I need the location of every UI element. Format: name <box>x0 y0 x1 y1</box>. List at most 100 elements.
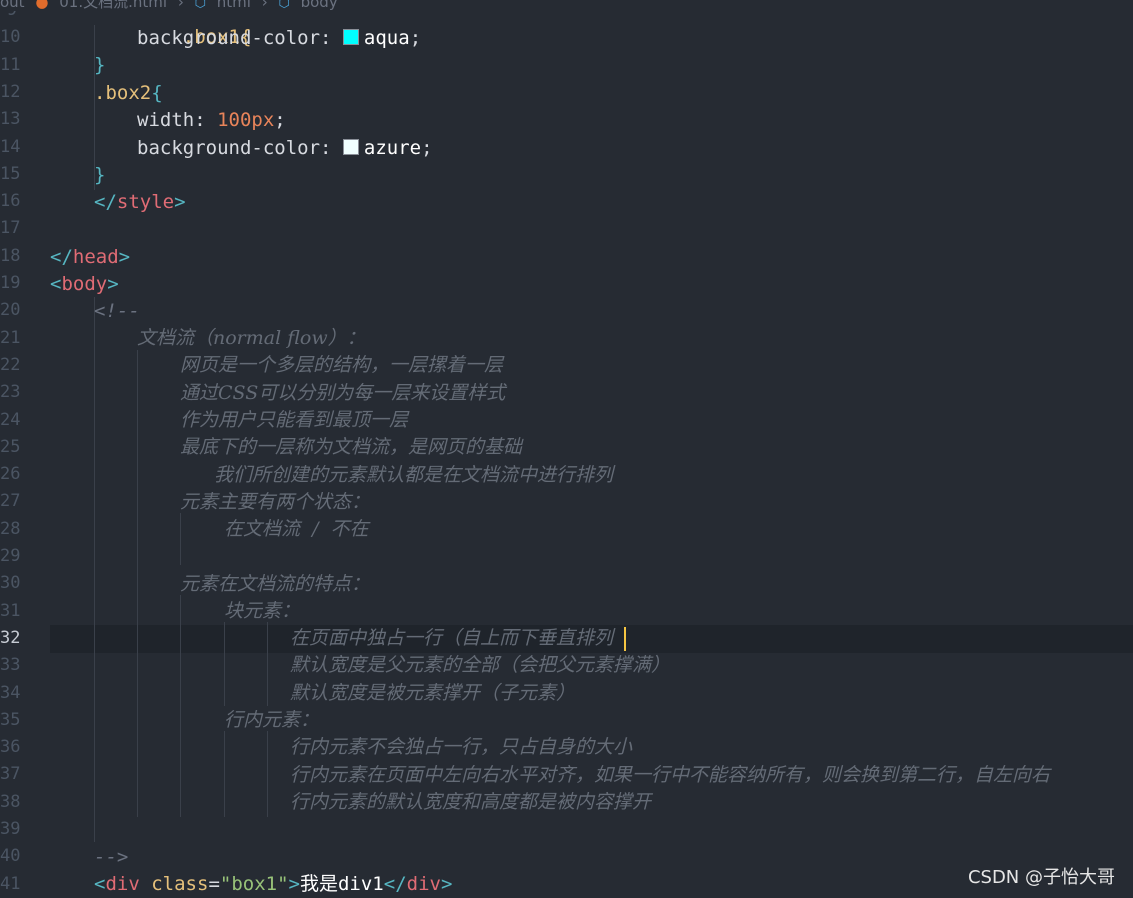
attribute-name: class <box>151 873 209 895</box>
line-number: 24 <box>0 409 21 430</box>
tag-name: div <box>105 873 140 895</box>
line-number: 37 <box>0 764 21 785</box>
css-property: background-color: <box>137 27 332 49</box>
comment-line-30: 元素在文档流的特点： <box>180 573 371 595</box>
close-brace: } <box>94 54 106 76</box>
close-brace: } <box>94 164 106 186</box>
indent-guide <box>94 297 95 842</box>
tag-bracket: > <box>288 873 300 895</box>
equals-sign: = <box>208 873 220 895</box>
line-number: 30 <box>0 573 21 594</box>
line-number: 34 <box>0 682 21 703</box>
breadcrumb-file[interactable]: 01.文档流.html <box>59 0 167 11</box>
tag-name: style <box>116 191 175 213</box>
comment-line-38: 行内元素的默认宽度和高度都是被内容撑开 <box>290 791 652 813</box>
line-number: 25 <box>0 436 21 457</box>
line-number: 41 <box>0 873 21 894</box>
tag-icon: ⬡ <box>278 0 290 11</box>
code-line-16: </style> <box>94 189 186 216</box>
code-line-19: <body> <box>50 271 119 298</box>
breadcrumb-body[interactable]: body <box>301 0 338 11</box>
comment-line-21: 文档流（normal flow）： <box>137 327 366 349</box>
code-editor[interactable]: 9101112131415161718192021222324252627282… <box>0 0 1133 897</box>
tag-bracket: </ <box>94 191 117 213</box>
line-number: 31 <box>0 600 21 621</box>
line-number: 28 <box>0 518 21 539</box>
comment-line-37: 行内元素在页面中左向右水平对齐，如果一行中不能容纳所有，则会换到第二行，自左向右 <box>290 764 1051 786</box>
color-swatch-aqua[interactable] <box>342 29 359 45</box>
comment-line-26: 我们所创建的元素默认都是在文档流中进行排列 <box>214 464 614 486</box>
semicolon: ; <box>409 27 422 49</box>
breadcrumb: out ● 01.文档流.html › ⬡ html › ⬡ body <box>0 0 1133 11</box>
comment-line-25: 最底下的一层称为文档流，是网页的基础 <box>180 436 523 458</box>
code-line-12: .box2{ <box>94 80 163 107</box>
line-number: 36 <box>0 737 21 758</box>
attribute-value: "box1" <box>219 873 289 895</box>
comment-line-36: 行内元素不会独占一行，只占自身的大小 <box>290 736 633 758</box>
line-number: 35 <box>0 709 21 730</box>
code-line-13: width: 100px; <box>137 107 286 134</box>
breadcrumb-root[interactable]: out <box>0 0 25 11</box>
css-property: background-color: <box>137 137 332 159</box>
tag-name: div <box>406 873 441 895</box>
open-brace: { <box>151 82 163 104</box>
code-line-40: --> <box>94 844 128 871</box>
comment-line-28: 在文档流 / 不在 <box>224 518 369 540</box>
line-number: 16 <box>0 191 21 212</box>
line-number: 15 <box>0 163 21 184</box>
color-swatch-azure[interactable] <box>342 139 359 155</box>
css-value: aqua <box>363 27 410 49</box>
comment-line-34: 默认宽度是被元素撑开（子元素） <box>290 682 576 704</box>
indent-guide <box>137 350 138 817</box>
tag-bracket: < <box>50 273 62 295</box>
line-number: 14 <box>0 136 21 157</box>
line-number: 38 <box>0 791 21 812</box>
comment-line-27: 元素主要有两个状态： <box>180 491 371 513</box>
line-number: 21 <box>0 327 21 348</box>
css-value: azure <box>363 137 422 159</box>
code-line-41: <div class="box1">我是div1</div> <box>94 871 452 898</box>
html5-file-icon: ● <box>35 0 49 11</box>
line-number: 22 <box>0 354 21 375</box>
line-number: 29 <box>0 546 21 566</box>
comment-line-23: 通过CSS可以分别为每一层来设置样式 <box>180 382 506 404</box>
line-number: 32 <box>0 627 21 648</box>
line-number: 39 <box>0 819 21 839</box>
comment-close: --> <box>94 846 129 868</box>
semicolon: ; <box>421 137 433 159</box>
tag-name: body <box>61 273 108 295</box>
code-line-15: } <box>94 162 105 189</box>
line-number: 27 <box>0 491 21 512</box>
tag-icon: ⬡ <box>194 0 206 11</box>
tag-bracket: > <box>174 191 186 213</box>
text-cursor <box>624 627 626 651</box>
line-number: 18 <box>0 245 21 266</box>
line-number: 10 <box>0 27 21 48</box>
tag-name: head <box>72 246 119 268</box>
line-number: 23 <box>0 382 21 403</box>
comment-line-35: 行内元素： <box>224 709 320 731</box>
css-number-value: 100px <box>217 109 275 131</box>
indent-guide <box>180 513 181 565</box>
css-property: width: <box>137 109 206 131</box>
tag-bracket: < <box>94 873 106 895</box>
tag-bracket: > <box>440 873 453 895</box>
line-number: 20 <box>0 300 21 321</box>
line-number: 13 <box>0 109 21 130</box>
element-text: 我是div1 <box>299 873 384 895</box>
comment-line-24: 作为用户只能看到最顶一层 <box>180 409 409 431</box>
code-line-18: </head> <box>50 244 130 271</box>
indent-guide <box>267 622 268 706</box>
comment-line-31: 块元素： <box>224 600 301 622</box>
line-number: 17 <box>0 218 21 239</box>
comment-open: <!-- <box>94 300 140 322</box>
line-number: 19 <box>0 273 21 293</box>
chevron-right-icon: › <box>261 0 268 11</box>
line-number-gutter: 9101112131415161718192021222324252627282… <box>0 0 36 897</box>
breadcrumb-html[interactable]: html <box>217 0 251 11</box>
line-number: 11 <box>0 54 21 75</box>
tag-bracket: </ <box>383 873 407 895</box>
code-line-11: } <box>94 52 105 79</box>
semicolon: ; <box>274 109 286 131</box>
line-number: 40 <box>0 846 21 867</box>
